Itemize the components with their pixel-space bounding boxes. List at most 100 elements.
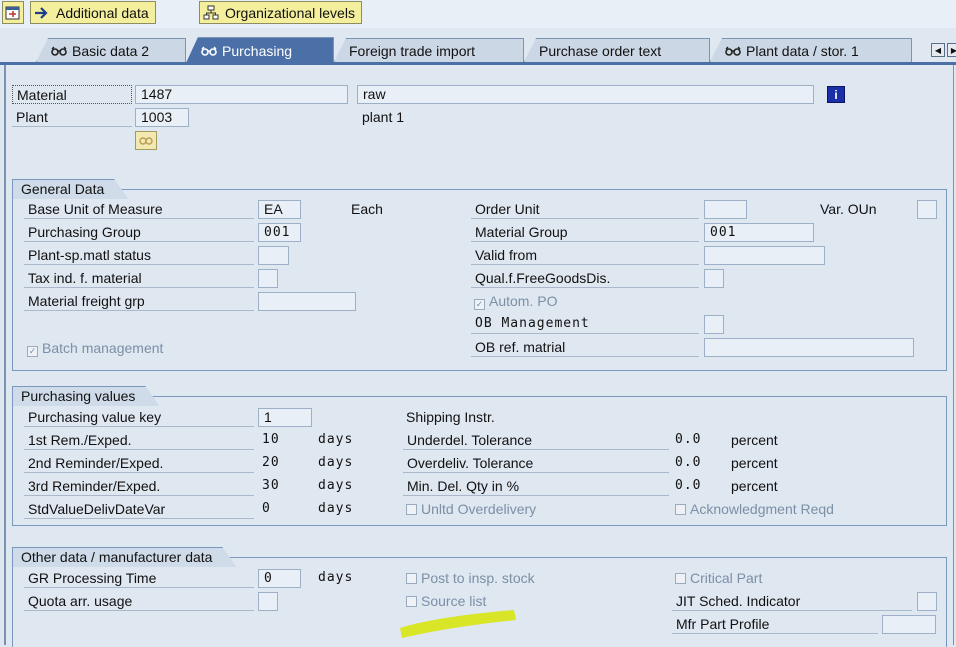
post-to-insp-stock-label: Post to insp. stock bbox=[421, 570, 535, 586]
tab-scroll-left-button[interactable]: ◀ bbox=[931, 43, 945, 57]
rem2-unit: days bbox=[318, 455, 354, 470]
order-unit-label: Order Unit bbox=[471, 200, 699, 219]
var-oun-label: Var. OUn bbox=[820, 201, 877, 217]
tab-purchase-order-text[interactable]: Purchase order text bbox=[524, 38, 710, 62]
application-toolbar: Additional data Organizational levels bbox=[0, 0, 956, 28]
checkbox-unchecked-icon bbox=[675, 504, 686, 515]
stdvalue-value: 0 bbox=[262, 501, 271, 516]
gr-processing-time-label: GR Processing Time bbox=[24, 569, 254, 588]
acknowledgment-reqd-label: Acknowledgment Reqd bbox=[690, 501, 834, 517]
plant-description: plant 1 bbox=[362, 109, 405, 125]
organizational-levels-button[interactable]: Organizational levels bbox=[199, 1, 362, 24]
checkbox-unchecked-icon bbox=[675, 573, 686, 584]
info-button[interactable]: i bbox=[827, 86, 845, 103]
shipping-instr-label: Shipping Instr. bbox=[406, 409, 495, 425]
qual-free-goods-label: Qual.f.FreeGoodsDis. bbox=[471, 269, 699, 288]
rem3-unit: days bbox=[318, 478, 354, 493]
tab-scroll-right-button[interactable]: ▶ bbox=[947, 43, 956, 57]
org-structure-icon bbox=[203, 5, 219, 19]
plant-field[interactable]: 1003 bbox=[135, 108, 189, 127]
organizational-levels-label: Organizational levels bbox=[225, 4, 355, 21]
min-del-qty-value: 0.0 bbox=[675, 478, 702, 493]
valid-from-label: Valid from bbox=[471, 246, 699, 265]
triangle-right-icon: ▶ bbox=[950, 45, 956, 55]
plant-matl-status-label: Plant-sp.matl status bbox=[24, 246, 254, 265]
arrow-right-icon bbox=[35, 6, 48, 19]
rem2-label: 2nd Reminder/Exped. bbox=[24, 454, 254, 473]
var-oun-field[interactable] bbox=[917, 200, 937, 219]
base-uom-field[interactable]: EA bbox=[258, 200, 301, 219]
material-freight-grp-label: Material freight grp bbox=[24, 292, 254, 311]
tab-glasses-icon bbox=[51, 46, 67, 56]
plant-matl-status-field[interactable] bbox=[258, 246, 289, 265]
critical-part-label: Critical Part bbox=[690, 570, 763, 586]
material-label: Material bbox=[12, 85, 132, 104]
mfr-part-profile-field[interactable] bbox=[882, 615, 936, 634]
tab-plant-data-stor-1[interactable]: Plant data / stor. 1 bbox=[710, 38, 912, 62]
ob-ref-material-field[interactable] bbox=[704, 338, 914, 357]
other-data-title: Other data / manufacturer data bbox=[12, 547, 236, 567]
rem2-value: 20 bbox=[262, 455, 280, 470]
base-uom-label: Base Unit of Measure bbox=[24, 200, 254, 219]
qual-free-goods-field[interactable] bbox=[704, 269, 724, 288]
general-data-title: General Data bbox=[12, 179, 128, 199]
underdel-tolerance-label: Underdel. Tolerance bbox=[403, 431, 669, 450]
highlighter-mark bbox=[400, 610, 516, 638]
additional-data-label: Additional data bbox=[56, 4, 149, 21]
batch-management-label: Batch management bbox=[42, 340, 164, 356]
acknowledgment-reqd-checkbox[interactable]: Acknowledgment Reqd bbox=[675, 500, 834, 519]
display-change-button[interactable] bbox=[2, 1, 24, 24]
purchasing-value-key-field[interactable]: 1 bbox=[258, 408, 312, 427]
critical-part-checkbox[interactable]: Critical Part bbox=[675, 569, 762, 588]
checkbox-unchecked-icon bbox=[406, 573, 417, 584]
min-del-qty-label: Min. Del. Qty in % bbox=[403, 477, 669, 496]
unltd-overdelivery-label: Unltd Overdelivery bbox=[421, 501, 537, 517]
tab-plant-data-stor-1-label: Plant data / stor. 1 bbox=[746, 42, 859, 59]
gr-processing-time-field[interactable]: 0 bbox=[258, 569, 301, 588]
purchasing-group-field[interactable]: 001 bbox=[258, 223, 301, 242]
rem3-value: 30 bbox=[262, 478, 280, 493]
plant-label: Plant bbox=[12, 108, 132, 127]
display-change-icon bbox=[5, 6, 20, 19]
post-to-insp-stock-checkbox[interactable]: Post to insp. stock bbox=[406, 569, 535, 588]
valid-from-field[interactable] bbox=[704, 246, 825, 265]
checkbox-unchecked-icon bbox=[406, 504, 417, 515]
tab-purchase-order-text-label: Purchase order text bbox=[539, 42, 662, 59]
tab-purchasing[interactable]: Purchasing bbox=[186, 37, 334, 63]
ob-ref-material-label: OB ref. matrial bbox=[471, 338, 699, 357]
batch-management-checkbox[interactable]: ✓ Batch management bbox=[27, 339, 163, 358]
other-plant-button[interactable] bbox=[135, 131, 157, 150]
ob-management-field[interactable] bbox=[704, 315, 724, 334]
jit-sched-indicator-field[interactable] bbox=[917, 592, 937, 611]
gr-processing-time-unit: days bbox=[318, 570, 354, 585]
rem1-value: 10 bbox=[262, 432, 280, 447]
rem1-label: 1st Rem./Exped. bbox=[24, 431, 254, 450]
material-number-field[interactable]: 1487 bbox=[135, 85, 348, 104]
quota-arr-usage-label: Quota arr. usage bbox=[24, 592, 254, 611]
autom-po-checkbox[interactable]: ✓ Autom. PO bbox=[474, 292, 557, 311]
ob-management-label: OB Management bbox=[471, 315, 699, 334]
order-unit-field[interactable] bbox=[704, 200, 747, 219]
tab-glasses-icon bbox=[725, 46, 741, 56]
rem1-unit: days bbox=[318, 432, 354, 447]
checkbox-checked-icon: ✓ bbox=[27, 346, 38, 357]
material-freight-grp-field[interactable] bbox=[258, 292, 356, 311]
tab-basic-data-2[interactable]: Basic data 2 bbox=[36, 38, 186, 62]
min-del-qty-unit: percent bbox=[731, 478, 778, 494]
stdvalue-label: StdValueDelivDateVar bbox=[24, 500, 254, 519]
material-group-label: Material Group bbox=[471, 223, 699, 242]
purchasing-group-label: Purchasing Group bbox=[24, 223, 254, 242]
tab-purchasing-label: Purchasing bbox=[222, 42, 293, 59]
mfr-part-profile-label: Mfr Part Profile bbox=[672, 615, 878, 634]
additional-data-button[interactable]: Additional data bbox=[30, 1, 156, 24]
jit-sched-indicator-label: JIT Sched. Indicator bbox=[672, 592, 912, 611]
material-description-field[interactable]: raw bbox=[357, 85, 814, 104]
quota-arr-usage-field[interactable] bbox=[258, 592, 278, 611]
base-uom-text: Each bbox=[351, 201, 383, 217]
unltd-overdelivery-checkbox[interactable]: Unltd Overdelivery bbox=[406, 500, 536, 519]
tax-ind-field[interactable] bbox=[258, 269, 278, 288]
material-group-field[interactable]: 001 bbox=[704, 223, 814, 242]
info-icon: i bbox=[834, 87, 838, 102]
tab-strip: Basic data 2 Purchasing Foreign trade im… bbox=[0, 34, 956, 64]
tab-foreign-trade-import[interactable]: Foreign trade import bbox=[334, 38, 524, 62]
